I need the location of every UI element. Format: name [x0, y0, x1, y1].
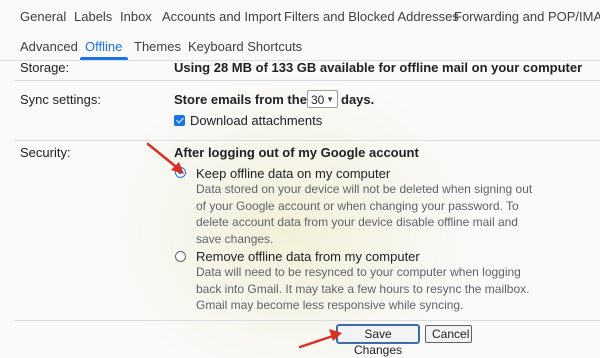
keep-offline-data-label: Keep offline data on my computer: [196, 166, 391, 181]
storage-value: Using 28 MB of 133 GB available for offl…: [174, 60, 583, 75]
description-line: Data will need to be resynced to your co…: [196, 265, 521, 279]
row-divider: [14, 140, 600, 141]
description-line: Data stored on your device will not be d…: [196, 182, 533, 196]
description-line: save changes.: [196, 231, 274, 246]
sync-days-value: 30: [311, 93, 325, 107]
security-label: Security:: [20, 145, 71, 160]
tab-accounts-and-import[interactable]: Accounts and Import: [162, 9, 281, 24]
cancel-button[interactable]: Cancel: [425, 325, 472, 343]
remove-offline-data-label: Remove offline data from my computer: [196, 249, 420, 264]
sync-suffix-text: days.: [341, 92, 375, 107]
remove-offline-data-radio[interactable]: [175, 251, 186, 262]
description-line: back into Gmail. It may take a few hours…: [196, 281, 530, 296]
tab-advanced[interactable]: Advanced: [20, 39, 78, 54]
row-divider: [14, 320, 600, 321]
description-line: delete account data from your device dis…: [196, 215, 518, 229]
description-line: Gmail may become less responsive while s…: [196, 298, 464, 312]
tab-themes[interactable]: Themes: [134, 39, 181, 54]
red-arrow-icon: [298, 329, 342, 349]
red-arrow-icon: [146, 142, 184, 174]
caret-down-icon: ▼: [326, 95, 334, 104]
tab-keyboard-shortcuts[interactable]: Keyboard Shortcuts: [188, 39, 302, 54]
security-heading: After logging out of my Google account: [174, 145, 419, 160]
tab-filters[interactable]: Filters and Blocked Addresses: [284, 9, 459, 24]
tab-labels[interactable]: Labels: [74, 9, 112, 24]
sync-settings-label: Sync settings:: [20, 92, 101, 107]
tab-forwarding[interactable]: Forwarding and POP/IMAP: [454, 9, 600, 24]
download-attachments-label: Download attachments: [190, 113, 323, 128]
description-line: of your Google account or when changing …: [196, 198, 519, 213]
storage-label: Storage:: [20, 60, 70, 75]
row-divider: [14, 80, 600, 81]
tab-offline[interactable]: Offline: [85, 39, 122, 54]
save-changes-button[interactable]: Save Changes: [336, 324, 420, 357]
keep-offline-data-description: Data stored on your device will not be d…: [196, 181, 532, 247]
tab-general[interactable]: General: [20, 9, 66, 24]
download-attachments-checkbox[interactable]: [174, 115, 185, 126]
settings-tabs: General Labels Inbox Accounts and Import…: [0, 0, 600, 54]
sync-days-select[interactable]: 30 ▼: [307, 90, 338, 108]
remove-offline-data-description: Data will need to be resynced to your co…: [196, 264, 529, 314]
tab-inbox[interactable]: Inbox: [120, 9, 152, 24]
